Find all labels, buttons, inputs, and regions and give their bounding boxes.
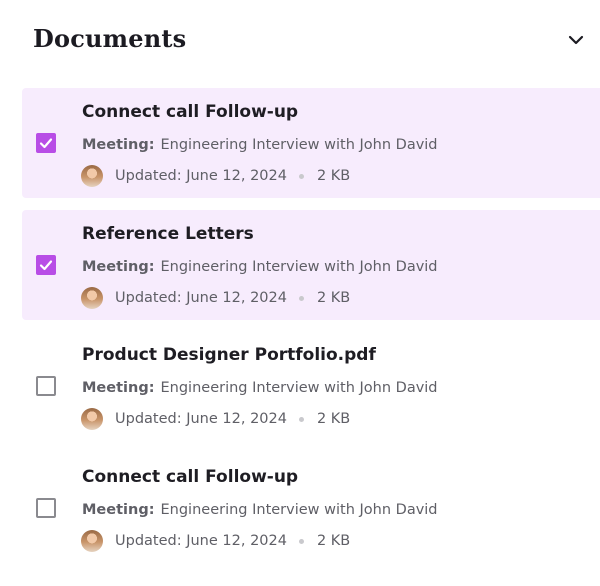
separator-dot — [298, 416, 304, 422]
updated-date: Updated: June 12, 2024 — [115, 411, 287, 427]
document-item[interactable]: Connect call Follow-up Meeting: Engineeri… — [22, 453, 600, 563]
separator-dot — [298, 538, 304, 544]
file-size: 2 KB — [316, 290, 351, 306]
meeting-label: Meeting: — [82, 502, 155, 518]
meeting-label: Meeting: — [82, 380, 155, 396]
document-checkbox[interactable] — [36, 376, 56, 396]
file-size: 2 KB — [316, 533, 351, 549]
meeting-row: Meeting: Engineering Interview with John … — [82, 502, 438, 518]
info-row: Updated: June 12, 2024 2 KB — [81, 407, 350, 431]
separator-dot — [298, 295, 304, 301]
document-item[interactable]: Connect call Follow-up Meeting: Engineeri… — [22, 88, 600, 198]
meeting-row: Meeting: Engineering Interview with John … — [82, 380, 438, 396]
check-icon — [39, 260, 53, 271]
meeting-name: Engineering Interview with John David — [160, 502, 438, 518]
meeting-label: Meeting: — [82, 259, 155, 275]
info-row: Updated: June 12, 2024 2 KB — [81, 164, 350, 188]
document-item[interactable]: Product Designer Portfolio.pdf Meeting: E… — [22, 331, 600, 441]
check-icon — [39, 138, 53, 149]
document-list: Connect call Follow-up Meeting: Engineeri… — [0, 0, 600, 586]
avatar — [81, 408, 103, 430]
document-checkbox[interactable] — [36, 255, 56, 275]
meeting-name: Engineering Interview with John David — [160, 137, 438, 153]
document-checkbox[interactable] — [36, 133, 56, 153]
document-title: Connect call Follow-up — [82, 102, 299, 122]
document-title: Connect call Follow-up — [82, 467, 299, 487]
updated-date: Updated: June 12, 2024 — [115, 533, 287, 549]
document-item[interactable]: Reference Letters Meeting: Engineering In… — [22, 210, 600, 320]
document-title: Reference Letters — [82, 224, 254, 244]
info-row: Updated: June 12, 2024 2 KB — [81, 529, 350, 553]
avatar — [81, 287, 103, 309]
separator-dot — [298, 173, 304, 179]
meeting-row: Meeting: Engineering Interview with John … — [82, 137, 438, 153]
meeting-name: Engineering Interview with John David — [160, 259, 438, 275]
meeting-label: Meeting: — [82, 137, 155, 153]
avatar — [81, 165, 103, 187]
updated-date: Updated: June 12, 2024 — [115, 290, 287, 306]
info-row: Updated: June 12, 2024 2 KB — [81, 286, 350, 310]
updated-date: Updated: June 12, 2024 — [115, 168, 287, 184]
file-size: 2 KB — [316, 411, 351, 427]
meeting-name: Engineering Interview with John David — [160, 380, 438, 396]
document-checkbox[interactable] — [36, 498, 56, 518]
file-size: 2 KB — [316, 168, 351, 184]
document-title: Product Designer Portfolio.pdf — [82, 345, 376, 365]
meeting-row: Meeting: Engineering Interview with John … — [82, 259, 438, 275]
avatar — [81, 530, 103, 552]
